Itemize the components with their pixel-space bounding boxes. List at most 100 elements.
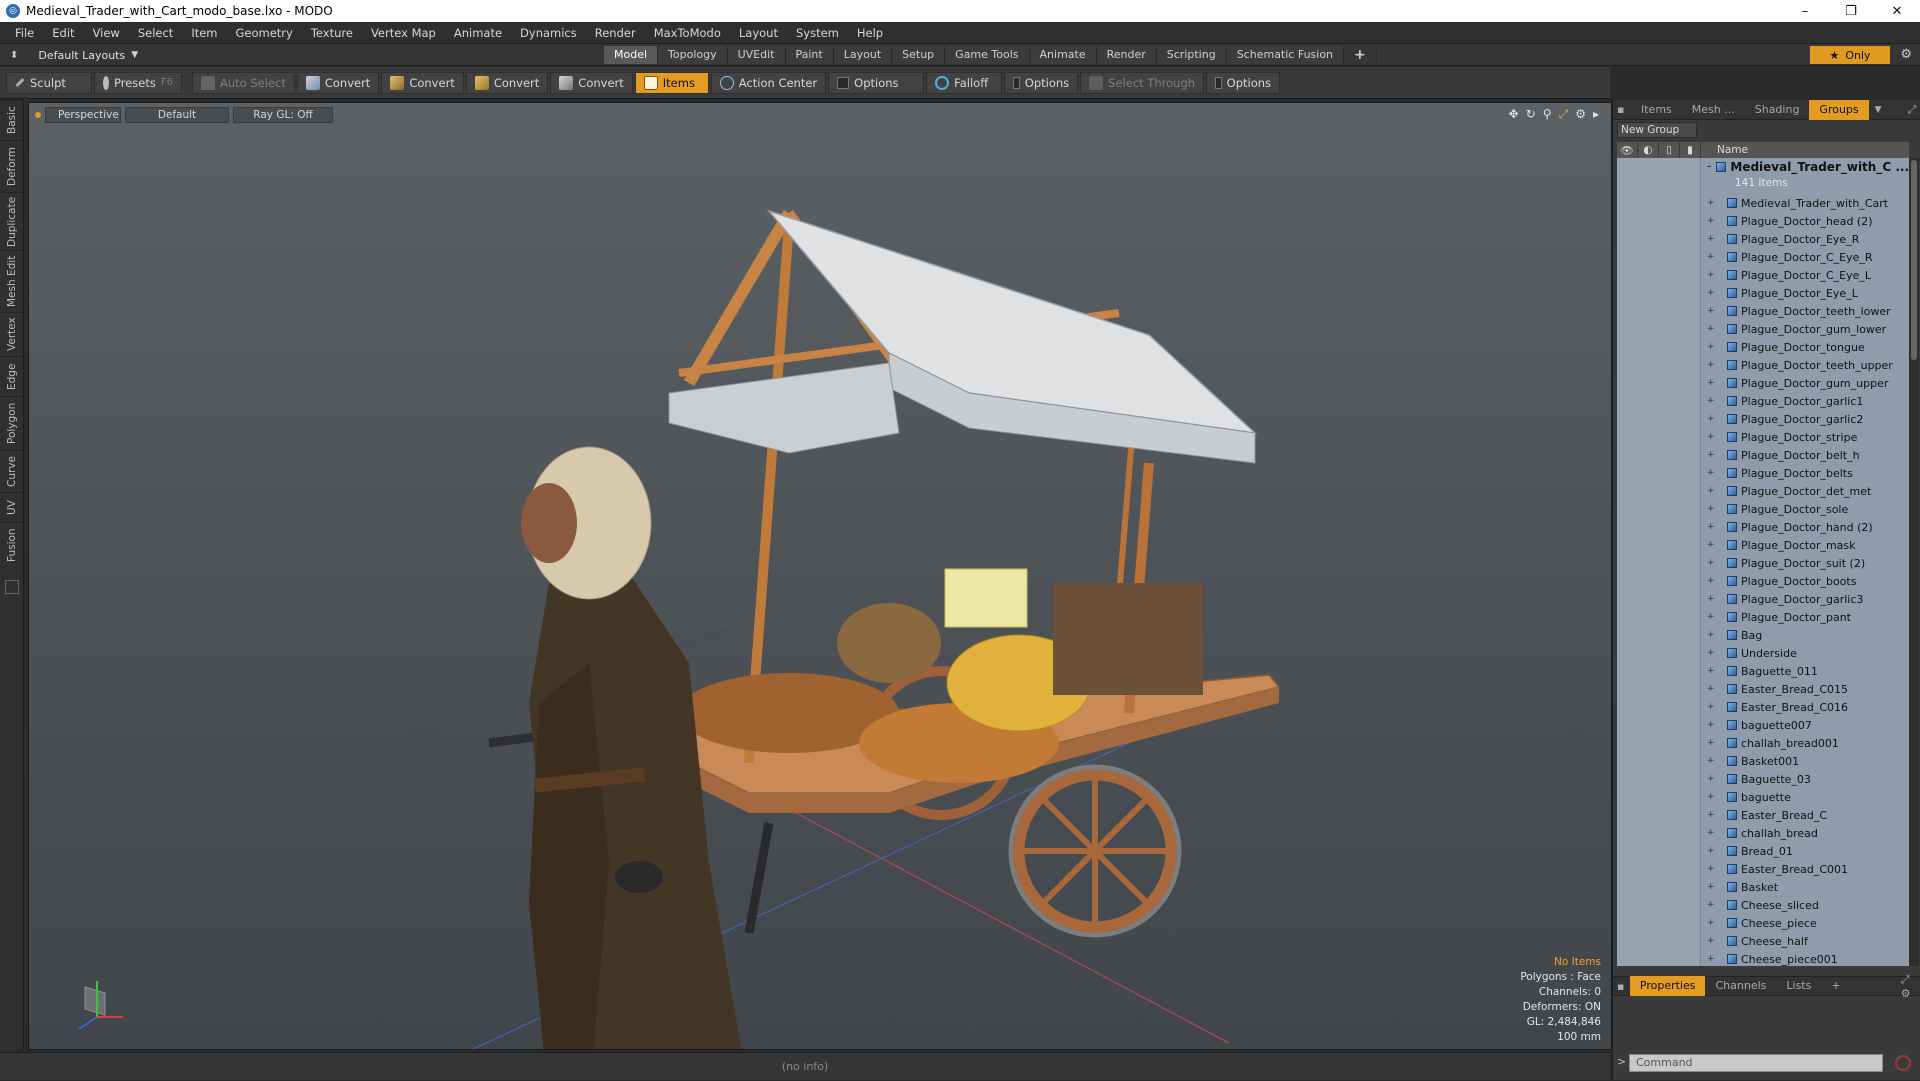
expand-icon[interactable]: + bbox=[1707, 900, 1715, 910]
expand-panel-icon[interactable]: ⤢ bbox=[1908, 103, 1917, 117]
tree-item[interactable]: + Baguette_03 bbox=[1701, 770, 1909, 788]
panel-toggle-icon[interactable] bbox=[5, 580, 19, 594]
3d-viewport[interactable]: Perspective Default Ray GL: Off ✥ ↻ ⚲ ⤢ … bbox=[28, 102, 1612, 1050]
tree-item[interactable]: + baguette bbox=[1701, 788, 1909, 806]
tree-item[interactable]: + Plague_Doctor_boots bbox=[1701, 572, 1909, 590]
menu-render[interactable]: Render bbox=[586, 22, 645, 44]
expand-icon[interactable]: + bbox=[1707, 810, 1715, 820]
close-button[interactable]: ✕ bbox=[1874, 0, 1920, 22]
tree-item[interactable]: + Plague_Doctor_gum_upper bbox=[1701, 374, 1909, 392]
tree-item[interactable]: + Medieval_Trader_with_Cart bbox=[1701, 194, 1909, 212]
tree-item[interactable]: + Plague_Doctor_garlic1 bbox=[1701, 392, 1909, 410]
expand-icon[interactable]: + bbox=[1707, 342, 1715, 352]
expand-panel-icon[interactable]: ⤢ ⚙ bbox=[1901, 973, 1920, 1000]
tree-item[interactable]: + Basket bbox=[1701, 878, 1909, 896]
expand-icon[interactable]: + bbox=[1707, 684, 1715, 694]
vtab-edge[interactable]: Edge bbox=[0, 356, 24, 396]
collapse-icon[interactable]: – bbox=[1707, 162, 1712, 172]
select-options-button[interactable]: Options bbox=[1206, 71, 1281, 94]
tree-item[interactable]: + Plague_Doctor_det_met bbox=[1701, 482, 1909, 500]
menu-texture[interactable]: Texture bbox=[302, 22, 362, 44]
expand-icon[interactable]: + bbox=[1707, 234, 1715, 244]
tree-item[interactable]: + Plague_Doctor_belts bbox=[1701, 464, 1909, 482]
menu-file[interactable]: File bbox=[6, 22, 43, 44]
tree-item[interactable]: + Plague_Doctor_C_Eye_L bbox=[1701, 266, 1909, 284]
tree-item[interactable]: + Plague_Doctor_garlic2 bbox=[1701, 410, 1909, 428]
tab-render[interactable]: Render bbox=[1096, 46, 1157, 64]
lock-header-icon[interactable]: ▯ bbox=[1659, 142, 1680, 158]
select-through-button[interactable]: Select Through bbox=[1080, 71, 1205, 94]
menu-view[interactable]: View bbox=[84, 22, 129, 44]
expand-icon[interactable]: + bbox=[1707, 720, 1715, 730]
tree-item[interactable]: + challah_bread bbox=[1701, 824, 1909, 842]
expand-icon[interactable]: + bbox=[1707, 792, 1715, 802]
tab-layout[interactable]: Layout bbox=[833, 46, 893, 64]
action-center-button[interactable]: Action Center bbox=[710, 71, 827, 94]
expand-icon[interactable]: + bbox=[1707, 828, 1715, 838]
expand-icon[interactable]: + bbox=[1707, 738, 1715, 748]
menu-animate[interactable]: Animate bbox=[445, 22, 511, 44]
menu-geometry[interactable]: Geometry bbox=[227, 22, 302, 44]
expand-icon[interactable]: + bbox=[1707, 630, 1715, 640]
expand-icon[interactable]: + bbox=[1707, 882, 1715, 892]
layouts-dropdown[interactable]: ⬍ Default Layouts ▼ bbox=[10, 44, 138, 66]
expand-icon[interactable]: + bbox=[1707, 558, 1715, 568]
vtab-fusion[interactable]: Fusion bbox=[0, 522, 24, 568]
vtab-deform[interactable]: Deform bbox=[0, 140, 24, 192]
chevron-down-icon[interactable]: ▼ bbox=[1875, 105, 1882, 115]
tree-item[interactable]: + Plague_Doctor_belt_h bbox=[1701, 446, 1909, 464]
panel-menu-icon[interactable]: ▪ bbox=[1617, 103, 1631, 116]
tree-item[interactable]: + Basket001 bbox=[1701, 752, 1909, 770]
sculpt-button[interactable]: Sculpt bbox=[6, 71, 92, 94]
tree-item[interactable]: + Cheese_sliced bbox=[1701, 896, 1909, 914]
add-tab-button[interactable]: + bbox=[1821, 976, 1850, 996]
menu-vertex-map[interactable]: Vertex Map bbox=[362, 22, 445, 44]
command-input[interactable]: Command bbox=[1629, 1054, 1883, 1072]
expand-icon[interactable]: + bbox=[1707, 324, 1715, 334]
menu-edit[interactable]: Edit bbox=[43, 22, 83, 44]
tree-item[interactable]: + Easter_Bread_C015 bbox=[1701, 680, 1909, 698]
menu-system[interactable]: System bbox=[787, 22, 848, 44]
tree-item[interactable]: + Plague_Doctor_head (2) bbox=[1701, 212, 1909, 230]
tree-item[interactable]: + Plague_Doctor_teeth_lower bbox=[1701, 302, 1909, 320]
expand-icon[interactable]: + bbox=[1707, 576, 1715, 586]
expand-icon[interactable]: + bbox=[1707, 954, 1715, 964]
gear-icon[interactable]: ⚙ bbox=[1900, 47, 1912, 62]
expand-icon[interactable]: + bbox=[1707, 378, 1715, 388]
expand-icon[interactable]: + bbox=[1707, 414, 1715, 424]
expand-icon[interactable]: + bbox=[1707, 360, 1715, 370]
tree-item[interactable]: + Plague_Doctor_mask bbox=[1701, 536, 1909, 554]
tree-item[interactable]: + Plague_Doctor_sole bbox=[1701, 500, 1909, 518]
expand-icon[interactable]: + bbox=[1707, 918, 1715, 928]
action-center-options-button[interactable]: Options bbox=[828, 71, 925, 94]
select-header-icon[interactable]: ▮ bbox=[1680, 142, 1701, 158]
vtab-vertex[interactable]: Vertex bbox=[0, 312, 24, 356]
tree-item[interactable]: + Cheese_piece bbox=[1701, 914, 1909, 932]
tab-properties[interactable]: Properties bbox=[1629, 976, 1706, 996]
expand-icon[interactable]: + bbox=[1707, 270, 1715, 280]
tree-item[interactable]: + Plague_Doctor_Eye_L bbox=[1701, 284, 1909, 302]
expand-icon[interactable]: + bbox=[1707, 540, 1715, 550]
tab-shading[interactable]: Shading bbox=[1745, 100, 1810, 120]
tree-item[interactable]: + Easter_Bread_C bbox=[1701, 806, 1909, 824]
tab-items[interactable]: Items bbox=[1631, 100, 1682, 120]
tab-uvedit[interactable]: UVEdit bbox=[727, 46, 786, 64]
expand-icon[interactable]: + bbox=[1707, 306, 1715, 316]
tree-item[interactable]: + Plague_Doctor_tongue bbox=[1701, 338, 1909, 356]
tab-groups[interactable]: Groups bbox=[1809, 99, 1869, 120]
tree-item[interactable]: + Plague_Doctor_hand (2) bbox=[1701, 518, 1909, 536]
new-group-button[interactable]: New Group bbox=[1617, 122, 1697, 138]
tab-setup[interactable]: Setup bbox=[892, 46, 946, 64]
tree-item[interactable]: + Easter_Bread_C001 bbox=[1701, 860, 1909, 878]
convert-polygons-button[interactable]: Convert bbox=[465, 71, 549, 94]
tree-item[interactable]: + Bag bbox=[1701, 626, 1909, 644]
expand-icon[interactable]: + bbox=[1707, 594, 1715, 604]
tab-mesh[interactable]: Mesh ... bbox=[1682, 100, 1745, 120]
convert-items-button[interactable]: Convert bbox=[550, 71, 633, 94]
expand-icon[interactable]: + bbox=[1707, 396, 1715, 406]
items-mode-button[interactable]: Items bbox=[634, 71, 709, 94]
vtab-polygon[interactable]: Polygon bbox=[0, 396, 24, 450]
expand-icon[interactable]: + bbox=[1707, 648, 1715, 658]
expand-icon[interactable]: + bbox=[1707, 486, 1715, 496]
tab-schematic-fusion[interactable]: Schematic Fusion bbox=[1226, 46, 1345, 64]
